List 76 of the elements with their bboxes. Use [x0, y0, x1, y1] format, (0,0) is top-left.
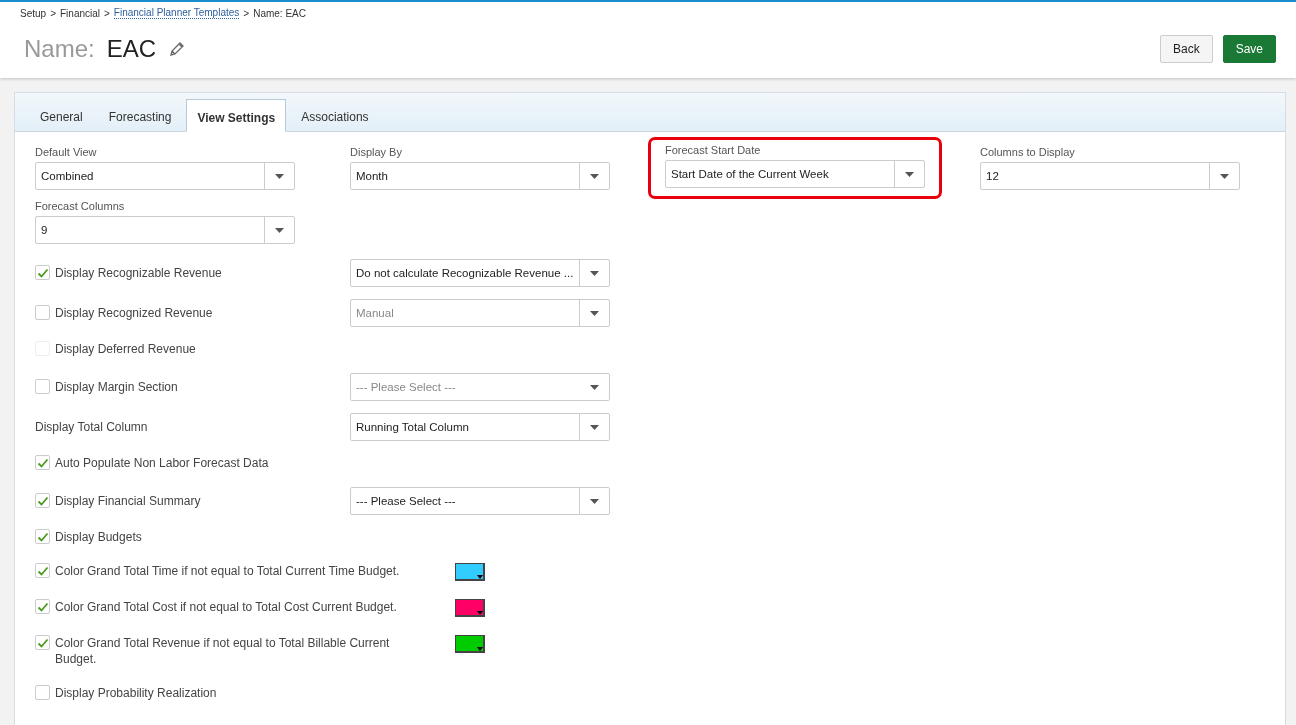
- option-label: Color Grand Total Revenue if not equal to Total Billable Current Budget.: [55, 635, 391, 667]
- save-button[interactable]: Save: [1222, 35, 1276, 63]
- option-label: Display Probability Realization: [55, 685, 217, 701]
- caret-icon: [275, 173, 284, 179]
- breadcrumb-separator: >: [50, 7, 56, 19]
- field-label: Columns to Display: [980, 146, 1076, 158]
- caret-icon: [477, 647, 483, 651]
- breadcrumb-item: Setup: [20, 7, 47, 19]
- color-picker[interactable]: [455, 635, 485, 653]
- title-label: Name:: [24, 35, 95, 63]
- checkbox[interactable]: [35, 493, 50, 508]
- caret-icon: [477, 611, 483, 615]
- option-label: Display Financial Summary: [55, 493, 201, 509]
- caret-icon: [590, 424, 599, 430]
- option-label: Display Recognizable Revenue: [55, 265, 222, 281]
- caret-icon: [590, 173, 599, 179]
- option-label: Display Budgets: [55, 529, 142, 545]
- option-label: Display Recognized Revenue: [55, 305, 213, 321]
- tab[interactable]: Associations: [290, 102, 380, 132]
- dropdown-value: 12: [985, 170, 1000, 182]
- caret-icon: [905, 171, 914, 177]
- dropdown-value: Month: [355, 170, 389, 182]
- option-label: Display Margin Section: [55, 379, 178, 395]
- tab[interactable]: View Settings: [186, 99, 287, 132]
- dropdown[interactable]: --- Please Select ---: [350, 487, 610, 515]
- checkbox[interactable]: [35, 635, 50, 650]
- dropdown-value: Running Total Column: [355, 421, 470, 433]
- checkbox[interactable]: [35, 455, 50, 470]
- dropdown-value: Manual: [355, 307, 395, 319]
- dropdown-value: Start Date of the Current Week: [670, 168, 830, 180]
- option-label: Display Total Column: [35, 419, 148, 435]
- tab[interactable]: Forecasting: [97, 102, 183, 132]
- back-button[interactable]: Back: [1159, 35, 1213, 63]
- tab[interactable]: General: [29, 102, 94, 132]
- caret-icon: [1220, 173, 1229, 179]
- dropdown[interactable]: Running Total Column: [350, 413, 610, 441]
- field-label: Display By: [350, 146, 403, 158]
- breadcrumb-separator: >: [104, 7, 110, 19]
- dropdown-value: Combined: [40, 170, 95, 182]
- dropdown-value: --- Please Select ---: [355, 495, 457, 507]
- caret-icon: [590, 270, 599, 276]
- caret-icon: [590, 310, 599, 316]
- checkbox[interactable]: [35, 265, 50, 280]
- option-label: Auto Populate Non Labor Forecast Data: [55, 455, 269, 471]
- breadcrumb-link[interactable]: Financial Planner Templates: [113, 7, 240, 19]
- checkbox[interactable]: [35, 305, 50, 320]
- dropdown[interactable]: Combined: [35, 162, 295, 190]
- breadcrumb-item: Name: EAC: [253, 7, 306, 19]
- dropdown[interactable]: 12: [980, 162, 1240, 190]
- dropdown-value: 9: [40, 224, 49, 236]
- checkbox[interactable]: [35, 563, 50, 578]
- dropdown[interactable]: Start Date of the Current Week: [665, 160, 925, 188]
- checkbox[interactable]: [35, 379, 50, 394]
- breadcrumb-item: Financial: [60, 7, 100, 19]
- title-value: EAC: [106, 35, 157, 63]
- field-label: Forecast Start Date: [665, 144, 762, 156]
- dropdown[interactable]: Month: [350, 162, 610, 190]
- checkbox[interactable]: [35, 529, 50, 544]
- dropdown-value: Do not calculate Recognizable Revenue ...: [355, 267, 575, 279]
- caret-icon: [590, 498, 599, 504]
- dropdown-value: --- Please Select ---: [355, 381, 457, 393]
- option-label: Color Grand Total Time if not equal to Total Current Time Budget.: [55, 563, 401, 579]
- caret-icon: [275, 227, 284, 233]
- option-label: Display Deferred Revenue: [55, 341, 196, 357]
- caret-icon: [589, 384, 599, 390]
- dropdown[interactable]: Do not calculate Recognizable Revenue ...: [350, 259, 610, 287]
- checkbox[interactable]: [35, 599, 50, 614]
- checkbox[interactable]: [35, 685, 50, 700]
- caret-icon: [477, 575, 483, 579]
- breadcrumb-separator: >: [243, 7, 250, 19]
- color-picker[interactable]: [455, 563, 485, 581]
- dropdown[interactable]: 9: [35, 216, 295, 244]
- field-label: Forecast Columns: [35, 200, 126, 212]
- color-picker[interactable]: [455, 599, 485, 617]
- field-label: Default View: [35, 146, 98, 158]
- option-label: Color Grand Total Cost if not equal to Total Cost Current Budget.: [55, 599, 398, 615]
